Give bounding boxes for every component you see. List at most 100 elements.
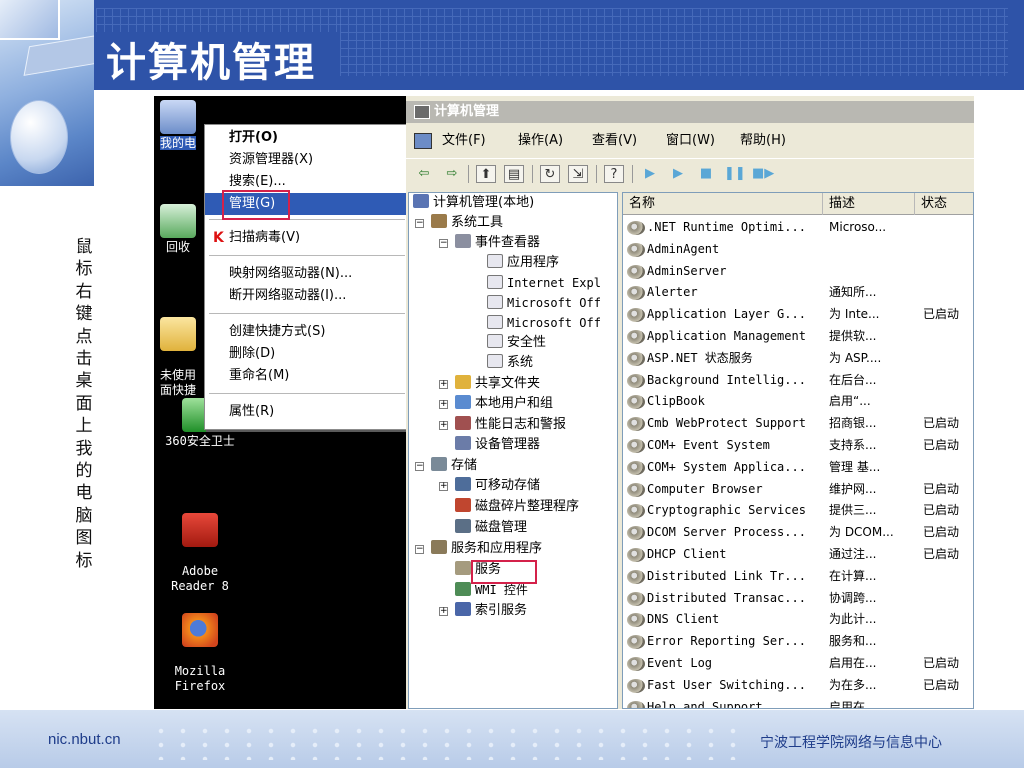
menu-item-scan-virus[interactable]: K 扫描病毒(V) (205, 227, 409, 249)
service-description: Microso... (829, 220, 887, 234)
desktop-icon-firefox[interactable]: Mozilla Firefox (154, 598, 248, 694)
table-row[interactable]: ASP.NET 状态服务 为 ASP.... (623, 348, 973, 370)
tree-node-root[interactable]: 计算机管理(本地) (413, 193, 534, 213)
table-row[interactable]: Application Layer G... 为 Inte... 已启动 (623, 304, 973, 326)
tree-node-shared-folders[interactable]: 共享文件夹 (455, 374, 540, 394)
service-gear-icon (627, 351, 645, 366)
log-page-icon (487, 254, 503, 268)
table-row[interactable]: Event Log 启用在... 已启动 (623, 653, 973, 675)
tree-node-office-log-2[interactable]: Microsoft Off (487, 313, 601, 333)
column-header-status[interactable]: 状态 (915, 193, 973, 215)
service-gear-icon (627, 700, 645, 708)
indexing-service-icon (455, 602, 471, 616)
tree-expand-toggle[interactable]: + (439, 482, 448, 491)
table-row[interactable]: AdminAgent (623, 239, 973, 261)
pause-service-icon[interactable]: ❚❚ (724, 165, 746, 183)
restart-service-icon[interactable]: ■▶ (752, 165, 774, 183)
table-row[interactable]: Cmb WebProtect Support 招商银... 已启动 (623, 413, 973, 435)
menu-item-properties[interactable]: 属性(R) (205, 401, 409, 423)
tree-node-ie-log[interactable]: Internet Expl (487, 273, 601, 293)
column-header-name[interactable]: 名称 (623, 193, 823, 215)
tree-node-storage[interactable]: 存储 (431, 456, 477, 476)
tree-node-application-log[interactable]: 应用程序 (487, 253, 559, 273)
tree-node-local-users[interactable]: 本地用户和组 (455, 394, 553, 414)
tree-node-event-viewer[interactable]: 事件查看器 (455, 233, 540, 253)
menu-action[interactable]: 操作(A) (518, 126, 563, 156)
menu-help[interactable]: 帮助(H) (740, 126, 786, 156)
context-menu: 打开(O) 资源管理器(X) 搜索(E)... 管理(G) K 扫描病毒(V) … (204, 124, 410, 430)
menu-item-open[interactable]: 打开(O) (205, 127, 409, 149)
table-row[interactable]: Distributed Link Tr... 在计算... (623, 566, 973, 588)
tree-node-disk-management[interactable]: 磁盘管理 (455, 518, 527, 538)
table-row[interactable]: Cryptographic Services 提供三... 已启动 (623, 500, 973, 522)
service-status: 已启动 (923, 547, 960, 561)
table-row[interactable]: Error Reporting Ser... 服务和... (623, 631, 973, 653)
tree-node-removable-storage[interactable]: 可移动存储 (455, 476, 540, 496)
table-row[interactable]: Computer Browser 维护网... 已启动 (623, 479, 973, 501)
tree-expand-toggle[interactable]: + (439, 607, 448, 616)
tree-node-security-log[interactable]: 安全性 (487, 333, 546, 353)
menu-item-label: 扫描病毒(V) (229, 230, 301, 245)
tree-node-office-log-1[interactable]: Microsoft Off (487, 293, 601, 313)
menu-item-map-drive[interactable]: 映射网络驱动器(N)... (205, 263, 409, 285)
tree-node-system-log[interactable]: 系统 (487, 353, 533, 373)
service-name: Cryptographic Services (647, 503, 806, 518)
menu-item-disconnect-drive[interactable]: 断开网络驱动器(I)... (205, 285, 409, 307)
tree-node-indexing-service[interactable]: 索引服务 (455, 601, 527, 621)
tree-expand-toggle[interactable]: + (439, 421, 448, 430)
table-row[interactable]: AdminServer (623, 261, 973, 283)
tree-expand-toggle[interactable]: + (439, 400, 448, 409)
log-page-icon (487, 334, 503, 348)
table-row[interactable]: Application Management 提供软... (623, 326, 973, 348)
menu-item-rename[interactable]: 重命名(M) (205, 365, 409, 387)
tree-node-device-manager[interactable]: 设备管理器 (455, 435, 540, 455)
tree-node-label: 事件查看器 (475, 235, 541, 250)
table-row[interactable]: ClipBook 启用“... (623, 391, 973, 413)
tree-node-system-tools[interactable]: 系统工具 (431, 213, 503, 233)
show-tree-icon[interactable]: ▤ (504, 165, 524, 183)
tree-collapse-toggle[interactable]: − (415, 219, 424, 228)
menu-window[interactable]: 窗口(W) (666, 126, 715, 156)
up-folder-icon[interactable]: ⬆ (476, 165, 496, 183)
table-row[interactable]: DNS Client 为此计... (623, 609, 973, 631)
toolbar-separator (632, 165, 633, 183)
tree-collapse-toggle[interactable]: − (439, 239, 448, 248)
tree-node-defragmenter[interactable]: 磁盘碎片整理程序 (455, 497, 579, 517)
menu-item-delete[interactable]: 删除(D) (205, 343, 409, 365)
menu-item-create-shortcut[interactable]: 创建快捷方式(S) (205, 321, 409, 343)
menu-separator (209, 313, 405, 314)
services-list: 名称 描述 状态 .NET Runtime Optimi... Microso..… (622, 192, 974, 709)
table-row[interactable]: Alerter 通知所... (623, 282, 973, 304)
table-row[interactable]: DHCP Client 通过注... 已启动 (623, 544, 973, 566)
table-row[interactable]: Distributed Transac... 协调跨... (623, 588, 973, 610)
table-row[interactable]: COM+ Event System 支持系... 已启动 (623, 435, 973, 457)
tree-node-performance-logs[interactable]: 性能日志和警报 (455, 415, 566, 435)
start-service-icon[interactable]: ▶ (640, 165, 660, 183)
table-row[interactable]: COM+ System Applica... 管理 基... (623, 457, 973, 479)
tree-collapse-toggle[interactable]: − (415, 545, 424, 554)
menu-item-explorer[interactable]: 资源管理器(X) (205, 149, 409, 171)
back-arrow-icon[interactable]: ⇦ (414, 165, 434, 183)
table-row[interactable]: Help and Support 启用在... (623, 697, 973, 708)
console-icon (414, 133, 432, 149)
menu-view[interactable]: 查看(V) (592, 126, 637, 156)
table-row[interactable]: .NET Runtime Optimi... Microso... (623, 217, 973, 239)
export-list-icon[interactable]: ⇲ (568, 165, 588, 183)
tree-expand-toggle[interactable]: + (439, 380, 448, 389)
desktop-icon-adobe-reader[interactable]: Adobe Reader 8 (154, 498, 248, 594)
refresh-icon[interactable]: ↻ (540, 165, 560, 183)
table-row[interactable]: Background Intellig... 在后台... (623, 370, 973, 392)
table-row[interactable]: Fast User Switching... 为在多... 已启动 (623, 675, 973, 697)
table-row[interactable]: DCOM Server Process... 为 DCOM... 已启动 (623, 522, 973, 544)
menu-file[interactable]: 文件(F) (442, 126, 486, 156)
start-service-alt-icon[interactable]: ▶ (668, 165, 688, 183)
tree-collapse-toggle[interactable]: − (415, 462, 424, 471)
system-tools-icon (431, 214, 447, 228)
tree-node-services-and-apps[interactable]: 服务和应用程序 (431, 539, 542, 559)
help-icon[interactable]: ? (604, 165, 624, 183)
stop-service-icon[interactable]: ■ (696, 165, 716, 183)
forward-arrow-icon[interactable]: ⇨ (442, 165, 462, 183)
window-title-bar[interactable]: 计算机管理 (406, 101, 974, 123)
column-header-description[interactable]: 描述 (823, 193, 915, 215)
service-name: ASP.NET 状态服务 (647, 350, 753, 365)
